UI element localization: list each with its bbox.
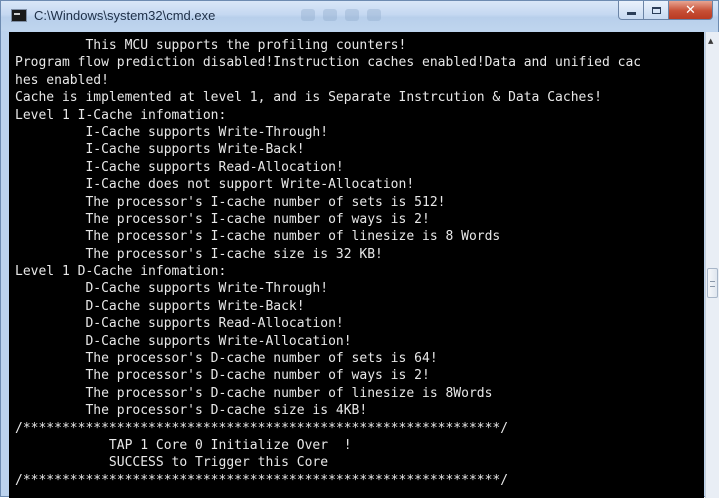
- console-line: The processor's D-cache number of sets i…: [15, 351, 438, 367]
- console-line: The processor's I-cache number of sets i…: [15, 194, 446, 210]
- maximize-icon: [651, 6, 661, 14]
- minimize-icon: [626, 11, 636, 15]
- ghost-icon: [323, 9, 337, 21]
- console-line: This MCU supports the profiling counters…: [15, 38, 407, 53]
- console-output[interactable]: This MCU supports the profiling counters…: [9, 32, 704, 498]
- console-line: The processor's I-cache number of ways i…: [15, 211, 430, 227]
- ghost-icon: [367, 9, 381, 21]
- console-line: The processor's I-cache size is 32 KB!: [15, 246, 383, 262]
- console-line: I-Cache does not support Write-Allocatio…: [15, 177, 415, 193]
- console-line: The processor's D-cache number of ways i…: [15, 368, 430, 384]
- maximize-button[interactable]: [644, 1, 669, 20]
- console-text: This MCU supports the profiling counters…: [15, 37, 704, 489]
- console-line: I-Cache supports Write-Back!: [15, 142, 305, 158]
- console-line: Program flow prediction disabled!Instruc…: [15, 55, 642, 71]
- console-line: D-Cache supports Read-Allocation!: [15, 316, 344, 332]
- console-line: The processor's D-cache size is 4KB!: [15, 403, 368, 419]
- window-controls: ✕: [618, 1, 713, 21]
- scroll-thumb[interactable]: [707, 268, 718, 298]
- vertical-scrollbar[interactable]: ▲: [705, 32, 719, 498]
- console-line: D-Cache supports Write-Through!: [15, 281, 329, 297]
- console-line: Level 1 I-Cache infomation:: [15, 107, 227, 123]
- ghost-icon: [345, 9, 359, 21]
- console-icon[interactable]: [11, 9, 27, 22]
- title-bar[interactable]: C:\Windows\system32\cmd.exe ✕: [1, 1, 718, 31]
- console-line: The processor's I-cache number of linesi…: [15, 229, 501, 245]
- console-line: D-Cache supports Write-Allocation!: [15, 333, 352, 349]
- ghost-icon: [301, 9, 315, 21]
- console-line: TAP 1 Core 0 Initialize Over !: [15, 437, 352, 453]
- console-line: hes enabled!: [15, 72, 109, 88]
- console-line: SUCCESS to Trigger this Core: [15, 455, 329, 471]
- console-line: /***************************************…: [15, 472, 509, 488]
- close-button[interactable]: ✕: [669, 1, 713, 20]
- close-icon: ✕: [685, 2, 696, 18]
- console-line: Level 1 D-Cache infomation:: [15, 264, 227, 280]
- console-line: The processor's D-cache number of linesi…: [15, 385, 493, 401]
- window-title: C:\Windows\system32\cmd.exe: [34, 8, 216, 23]
- console-line: I-Cache supports Write-Through!: [15, 124, 329, 140]
- minimize-button[interactable]: [618, 1, 644, 20]
- console-line: /***************************************…: [15, 420, 509, 436]
- console-line: Cache is implemented at level 1, and is …: [15, 90, 602, 106]
- console-line: D-Cache supports Write-Back!: [15, 298, 305, 314]
- console-line: I-Cache supports Read-Allocation!: [15, 159, 344, 175]
- scroll-up-arrow-icon[interactable]: ▲: [708, 37, 713, 45]
- console-window: C:\Windows\system32\cmd.exe ✕ This MCU s…: [0, 0, 719, 498]
- background-toolbar: [301, 8, 451, 24]
